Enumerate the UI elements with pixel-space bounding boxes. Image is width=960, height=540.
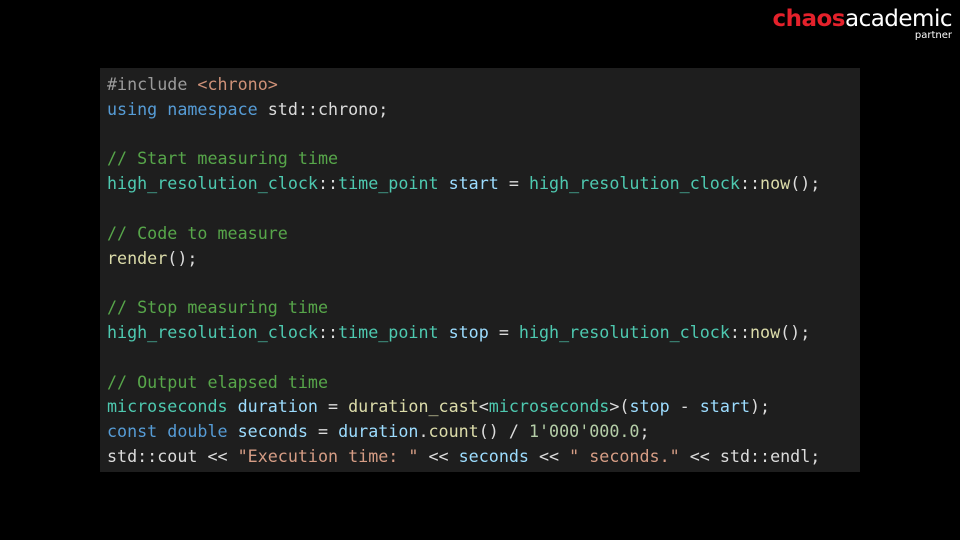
code-token: = [317, 396, 349, 417]
code-token: time_point [338, 321, 439, 342]
code-token: duration [237, 396, 318, 417]
code-token: seconds [237, 421, 308, 442]
code-token: microseconds [107, 396, 228, 417]
code-token: <chrono> [197, 74, 278, 94]
code-token: - [669, 396, 700, 417]
code-token: = [488, 321, 519, 342]
logo-brand-text: chaos [772, 6, 845, 32]
code-token: 1'000'000.0 [528, 421, 640, 442]
code-line: const double seconds = duration.count() … [107, 419, 860, 444]
code-token: const [107, 421, 168, 442]
code-token: :: [729, 321, 750, 342]
code-line: #include <chrono> [107, 72, 860, 97]
code-token: :: [739, 173, 761, 194]
code-line: using namespace std::chrono; [107, 97, 860, 122]
code-token: high_resolution_clock [528, 173, 740, 194]
code-token: count [428, 421, 479, 442]
code-token: " seconds." [569, 445, 680, 466]
code-token: namespace [167, 98, 268, 119]
code-token: now [760, 173, 791, 194]
code-line: // Start measuring time [107, 146, 860, 171]
code-token: ); [750, 396, 771, 417]
code-token: // Output elapsed time [107, 371, 329, 392]
code-token: start [448, 173, 499, 194]
code-token: high_resolution_clock [107, 321, 318, 342]
code-token: seconds [458, 445, 529, 466]
code-token: high_resolution_clock [107, 173, 318, 194]
code-token: now [750, 321, 781, 342]
code-token: (); [790, 173, 821, 194]
code-token: std::cout << [107, 445, 238, 466]
code-token: < [478, 396, 489, 417]
chaos-academic-partner-logo: chaosacademic partner [772, 6, 952, 41]
code-line: // Stop measuring time [107, 295, 860, 320]
code-token: :: [317, 321, 339, 342]
code-token: << [418, 445, 459, 466]
code-line: // Output elapsed time [107, 370, 860, 395]
code-token: stop [629, 396, 670, 417]
code-line: microseconds duration = duration_cast<mi… [107, 394, 860, 419]
code-token: start [699, 396, 750, 417]
code-token: duration [338, 421, 419, 442]
code-line: high_resolution_clock::time_point start … [107, 171, 860, 196]
code-token: (); [780, 321, 811, 342]
code-token: time_point [338, 173, 439, 194]
logo-wordmark: chaosacademic [772, 6, 952, 32]
code-token: = [307, 421, 339, 442]
code-line: std::cout << "Execution time: " << secon… [107, 444, 860, 469]
code-token: high_resolution_clock [518, 321, 730, 342]
code-token: () / [478, 421, 529, 442]
code-line: high_resolution_clock::time_point stop =… [107, 320, 860, 345]
code-token: double [167, 421, 238, 442]
code-token: :: [317, 173, 339, 194]
code-token: stop [448, 321, 489, 342]
code-line: // Code to measure [107, 221, 860, 246]
code-snippet-panel: #include <chrono> using namespace std::ch… [100, 68, 860, 472]
code-token: "Execution time: " [237, 445, 419, 466]
code-token: >( [609, 396, 630, 417]
code-token: duration_cast [348, 396, 479, 417]
logo-academic-text: academic [844, 6, 953, 32]
code-token: ; [639, 421, 650, 442]
code-token: // Start measuring time [107, 148, 339, 169]
code-line: render(); [107, 246, 860, 271]
code-token: microseconds [488, 396, 610, 417]
code-token: // Code to measure [107, 222, 288, 243]
code-token: (); [167, 247, 198, 268]
code-token: << std::endl; [679, 445, 821, 466]
code-token: std::chrono; [267, 98, 389, 119]
code-token: . [418, 421, 429, 442]
code-token: << [528, 445, 570, 466]
code-token: render [107, 247, 168, 268]
code-token: #include [107, 74, 198, 94]
code-token: = [498, 173, 529, 194]
code-token: using [107, 98, 168, 119]
code-token: // Stop measuring time [107, 297, 329, 318]
